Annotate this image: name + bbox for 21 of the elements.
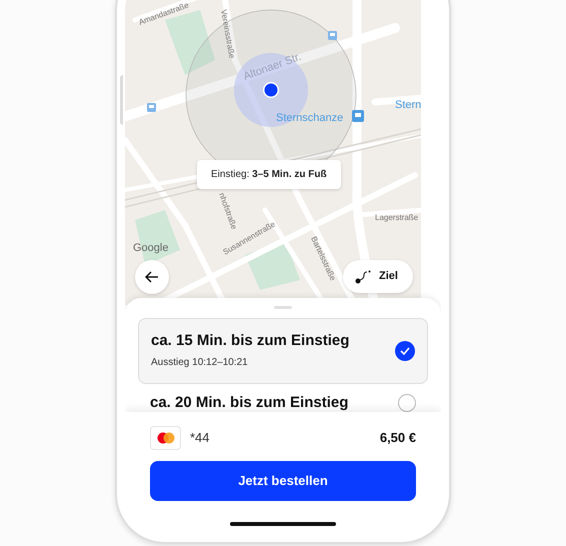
back-arrow-icon xyxy=(145,271,159,283)
street-label: Lagerstraße xyxy=(375,213,418,222)
bus-stop-icon xyxy=(328,31,337,40)
option-title: ca. 20 Min. bis zum Einstieg xyxy=(150,394,350,412)
map-attribution: Google xyxy=(133,242,168,254)
street-label: Vereinsstraße xyxy=(219,8,236,59)
card-number: *44 xyxy=(190,429,210,448)
station-label: Sternschanze xyxy=(276,112,344,124)
option-subtitle: Ausstieg 10:12–10:21 xyxy=(151,356,249,370)
pickup-tooltip: Einstieg: 3–5 Min. zu Fuß xyxy=(197,160,341,189)
price: 6,50 € xyxy=(380,429,416,448)
check-icon xyxy=(395,341,415,361)
bus-stop-icon xyxy=(147,103,156,112)
mastercard-icon xyxy=(150,426,181,450)
order-button[interactable]: Jetzt bestellen xyxy=(150,461,416,501)
destination-button[interactable]: Ziel xyxy=(343,260,413,293)
location-dot-icon xyxy=(263,82,279,98)
station-label: Stern xyxy=(395,99,421,111)
ride-option[interactable]: ca. 15 Min. bis zum Einstieg Ausstieg 10:12–10:21 xyxy=(138,318,428,384)
route-icon xyxy=(355,270,371,284)
option-title: ca. 15 Min. bis zum Einstieg xyxy=(151,332,350,350)
